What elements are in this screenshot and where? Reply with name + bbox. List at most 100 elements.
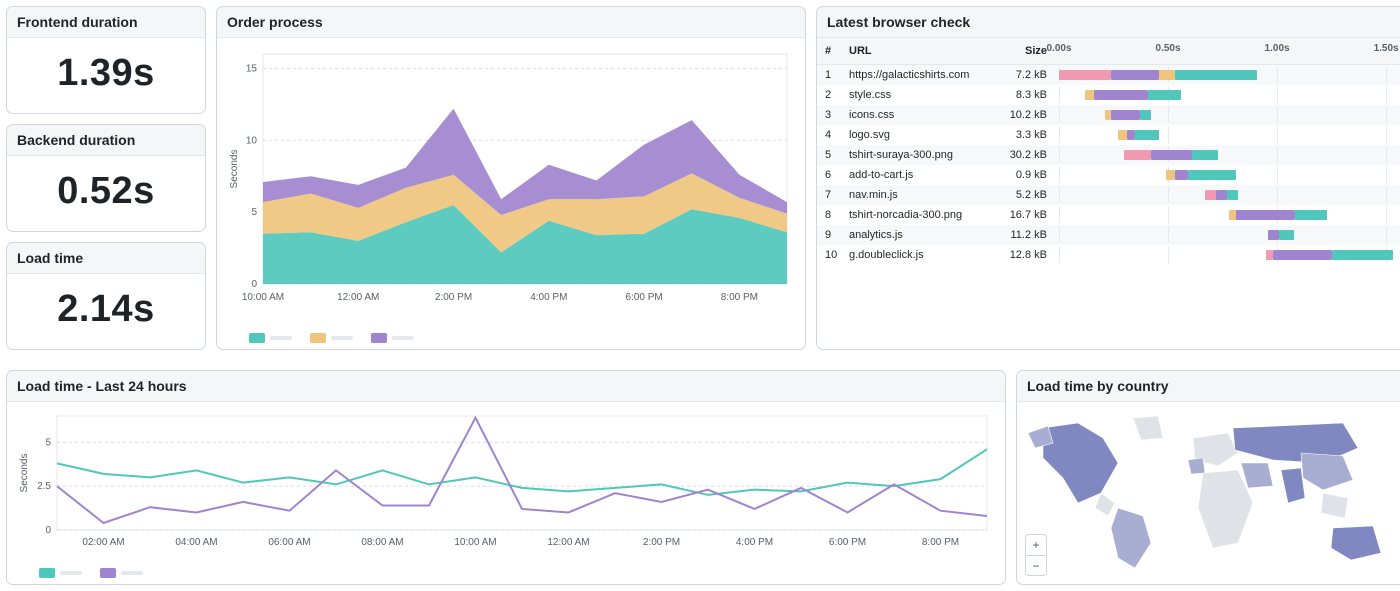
world-map[interactable]: + − (1017, 402, 1400, 584)
country-panel: Load time by country + − (1016, 370, 1400, 585)
svg-text:10: 10 (246, 135, 258, 146)
row-url: add-to-cart.js (849, 169, 999, 181)
row-bar (1059, 207, 1397, 223)
order-process-legend (217, 329, 805, 349)
waterfall-row[interactable]: 2style.css8.3 kB (817, 85, 1400, 105)
row-num: 4 (825, 129, 843, 141)
row-num: 5 (825, 149, 843, 161)
row-size: 7.2 kB (1005, 69, 1053, 81)
svg-text:5: 5 (251, 207, 257, 218)
metric-value: 1.39s (7, 38, 205, 113)
load-24h-panel: Load time - Last 24 hours 0 2.5 5 Seconds 02… (6, 370, 1006, 585)
metric-load-time: Load time 2.14s (6, 242, 206, 350)
row-size: 5.2 kB (1005, 189, 1053, 201)
waterfall-row[interactable]: 3 icons.css 10.2 kB (817, 105, 1400, 125)
row-size: 3.3 kB (1005, 129, 1053, 141)
row-num: 9 (825, 229, 843, 241)
row-num: 6 (825, 169, 843, 181)
row-bar (1059, 227, 1397, 243)
waterfall-row[interactable]: 7 nav.min.js 5.2 kB (817, 185, 1400, 205)
row-bar (1059, 147, 1397, 163)
row-num: 2 (825, 89, 843, 101)
row-url: nav.min.js (849, 189, 999, 201)
row-num: 8 (825, 209, 843, 221)
legend-swatch-purple (371, 333, 387, 343)
row-size: 16.7 kB (1005, 209, 1053, 221)
legend-dash (121, 571, 143, 575)
svg-text:4:00 PM: 4:00 PM (736, 537, 773, 548)
svg-text:10:00 AM: 10:00 AM (242, 292, 284, 303)
waterfall-row[interactable]: 5 tshirt-suraya-300.png 30.2 kB (817, 145, 1400, 165)
panel-title: Load time - Last 24 hours (7, 371, 1005, 402)
metric-value: 0.52s (7, 156, 205, 231)
waterfall-row[interactable]: 1 https://galacticshirts.com 7.2 kB (817, 65, 1400, 85)
svg-text:5: 5 (45, 437, 51, 448)
metric-frontend-duration: Frontend duration 1.39s (6, 6, 206, 114)
waterfall-header: # URL Size 0.00s0.50s1.00s1.50s (817, 38, 1400, 65)
panel-title: Order process (217, 7, 805, 38)
row-size: 30.2 kB (1005, 149, 1053, 161)
row-size: 8.3 kB (1005, 89, 1053, 101)
browser-check-panel: Latest browser check # URL Size 0.00s0.5… (816, 6, 1400, 350)
legend-swatch-sand (310, 333, 326, 343)
svg-text:Seconds: Seconds (19, 454, 30, 493)
svg-text:2:00 PM: 2:00 PM (435, 292, 472, 303)
metric-title: Load time (7, 243, 205, 274)
svg-text:0: 0 (251, 279, 257, 290)
legend-swatch-teal (39, 568, 55, 578)
row-bar (1059, 187, 1397, 203)
row-url: tshirt-suraya-300.png (849, 149, 999, 161)
svg-text:8:00 PM: 8:00 PM (721, 292, 758, 303)
row-bar (1059, 67, 1397, 83)
waterfall-time-axis: 0.00s0.50s1.00s1.50s (1059, 43, 1397, 59)
svg-text:2.5: 2.5 (37, 481, 51, 492)
svg-text:15: 15 (246, 63, 258, 74)
svg-text:4:00 PM: 4:00 PM (530, 292, 567, 303)
svg-text:08:00 AM: 08:00 AM (361, 537, 403, 548)
waterfall-row[interactable]: 10 g.doubleclick.js 12.8 kB (817, 245, 1400, 265)
svg-text:2:00 PM: 2:00 PM (643, 537, 680, 548)
waterfall-body: 1 https://galacticshirts.com 7.2 kB 2style.… (817, 65, 1400, 265)
metrics-column: Frontend duration 1.39s Backend duration… (6, 6, 206, 350)
svg-text:6:00 PM: 6:00 PM (829, 537, 866, 548)
waterfall-row[interactable]: 8tshirt-norcadia-300.png16.7 kB (817, 205, 1400, 225)
row-url: icons.css (849, 109, 999, 121)
row-bar (1059, 87, 1397, 103)
row-num: 10 (825, 249, 843, 261)
row-size: 12.8 kB (1005, 249, 1053, 261)
row-size: 10.2 kB (1005, 109, 1053, 121)
waterfall-row[interactable]: 4 logo.svg 3.3 kB (817, 125, 1400, 145)
order-process-panel: Order process 051015Seconds10:00 AM12:00… (216, 6, 806, 350)
legend-dash (331, 336, 353, 340)
panel-title: Latest browser check (817, 7, 1400, 38)
row-size: 11.2 kB (1005, 229, 1053, 241)
legend-dash (60, 571, 82, 575)
svg-text:06:00 AM: 06:00 AM (268, 537, 310, 548)
metric-title: Frontend duration (7, 7, 205, 38)
svg-text:02:00 AM: 02:00 AM (82, 537, 124, 548)
col-num: # (825, 45, 843, 57)
zoom-in-button[interactable]: + (1026, 535, 1046, 555)
row-url: g.doubleclick.js (849, 249, 999, 261)
waterfall-row[interactable]: 6 add-to-cart.js 0.9 kB (817, 165, 1400, 185)
panel-title: Load time by country (1017, 371, 1400, 402)
row-url: analytics.js (849, 229, 999, 241)
order-process-chart[interactable]: 051015Seconds10:00 AM12:00 AM2:00 PM4:00… (217, 38, 805, 329)
row-size: 0.9 kB (1005, 169, 1053, 181)
row-num: 1 (825, 69, 843, 81)
row-num: 3 (825, 109, 843, 121)
waterfall-row[interactable]: 9 analytics.js 11.2 kB (817, 225, 1400, 245)
svg-text:0: 0 (45, 525, 51, 536)
svg-text:12:00 AM: 12:00 AM (337, 292, 379, 303)
zoom-out-button[interactable]: − (1026, 555, 1046, 575)
metric-value: 2.14s (7, 274, 205, 349)
row-num: 7 (825, 189, 843, 201)
legend-swatch-teal (249, 333, 265, 343)
row-url: logo.svg (849, 129, 999, 141)
legend-swatch-purple (100, 568, 116, 578)
col-url: URL (849, 45, 999, 57)
row-bar (1059, 127, 1397, 143)
load-24h-chart[interactable]: 02.55Seconds02:00 AM04:00 AM06:00 AM08:0… (7, 402, 1005, 564)
row-url: https://galacticshirts.com (849, 69, 999, 81)
waterfall-tick: 1.50s (1374, 43, 1399, 54)
